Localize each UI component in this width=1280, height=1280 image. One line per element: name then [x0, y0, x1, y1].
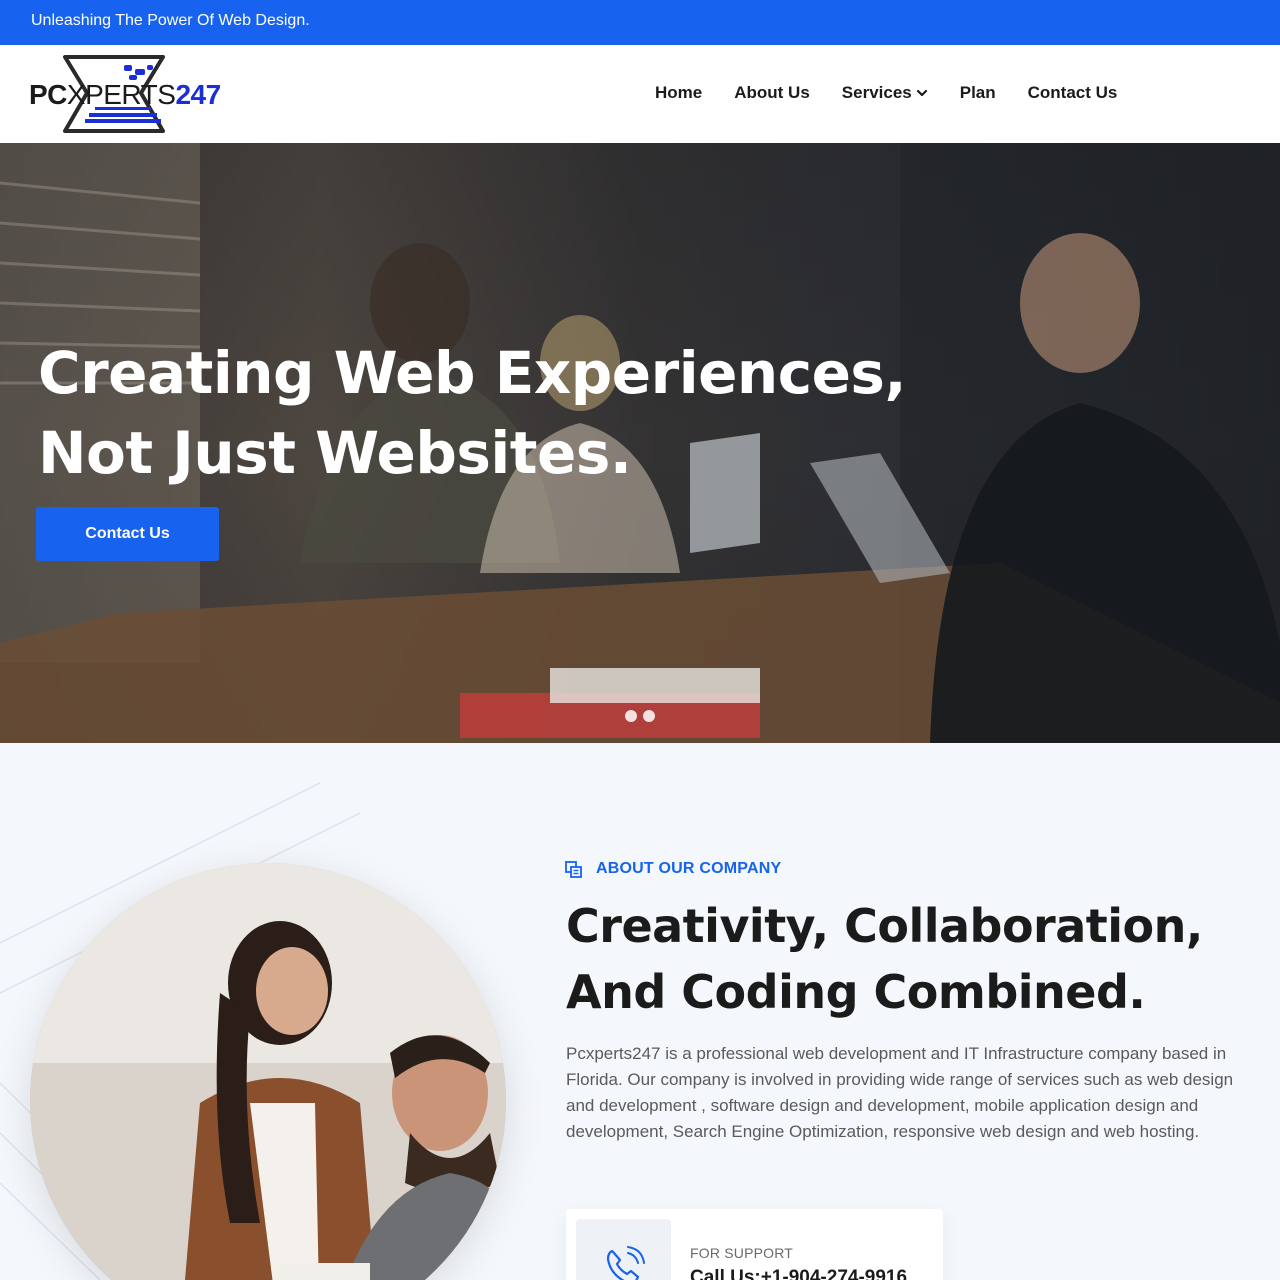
hero-title: Creating Web Experiences, Not Just Websi…: [38, 333, 906, 493]
about-title: Creativity, Collaboration, And Coding Co…: [566, 893, 1266, 1025]
logo-wordmark: PCXPERTS247: [29, 79, 221, 110]
nav-services[interactable]: Services: [842, 83, 928, 103]
hero-slider: Creating Web Experiences, Not Just Websi…: [0, 143, 1280, 743]
about-description: Pcxperts247 is a professional web develo…: [566, 1044, 1234, 1141]
about-kicker-text: ABOUT OUR COMPANY: [596, 860, 782, 877]
hero-title-line2: Not Just Websites.: [38, 419, 632, 487]
slider-pagination: [625, 710, 655, 722]
nav-about-us[interactable]: About Us: [734, 83, 810, 103]
copy-icon: [565, 860, 582, 878]
chevron-down-icon: [916, 89, 927, 97]
support-label: FOR SUPPORT: [690, 1245, 794, 1261]
nav-services-label: Services: [841, 83, 912, 102]
slider-dot-2[interactable]: [643, 710, 655, 722]
nav-home[interactable]: Home: [655, 83, 702, 103]
top-bar-tagline: Unleashing The Power Of Web Design.: [31, 12, 310, 29]
about-title-line1: Creativity, Collaboration,: [566, 899, 1203, 953]
nav-contact-us[interactable]: Contact Us: [1028, 83, 1118, 103]
main-nav: Home About Us Services Plan Contact Us: [655, 83, 1117, 103]
about-title-line2: And Coding Combined.: [566, 965, 1146, 1019]
about-kicker: ABOUT OUR COMPANY: [565, 860, 781, 878]
support-icon-box: [576, 1219, 671, 1280]
nav-plan[interactable]: Plan: [960, 83, 996, 103]
site-header: PCXPERTS247 Home About Us Services Plan …: [0, 45, 1280, 143]
support-card: FOR SUPPORT Call Us:+1-904-274-9916: [566, 1209, 943, 1280]
support-phone-link[interactable]: Call Us:+1-904-274-9916: [690, 1267, 907, 1280]
hero-title-line1: Creating Web Experiences,: [38, 339, 906, 407]
about-section: ABOUT OUR COMPANY Creativity, Collaborat…: [0, 743, 1280, 1280]
top-bar: Unleashing The Power Of Web Design.: [0, 0, 1280, 45]
slider-dot-1[interactable]: [625, 710, 637, 722]
phone-icon: [606, 1245, 645, 1280]
hero-contact-button[interactable]: Contact Us: [36, 507, 219, 561]
site-logo[interactable]: PCXPERTS247: [29, 55, 221, 135]
